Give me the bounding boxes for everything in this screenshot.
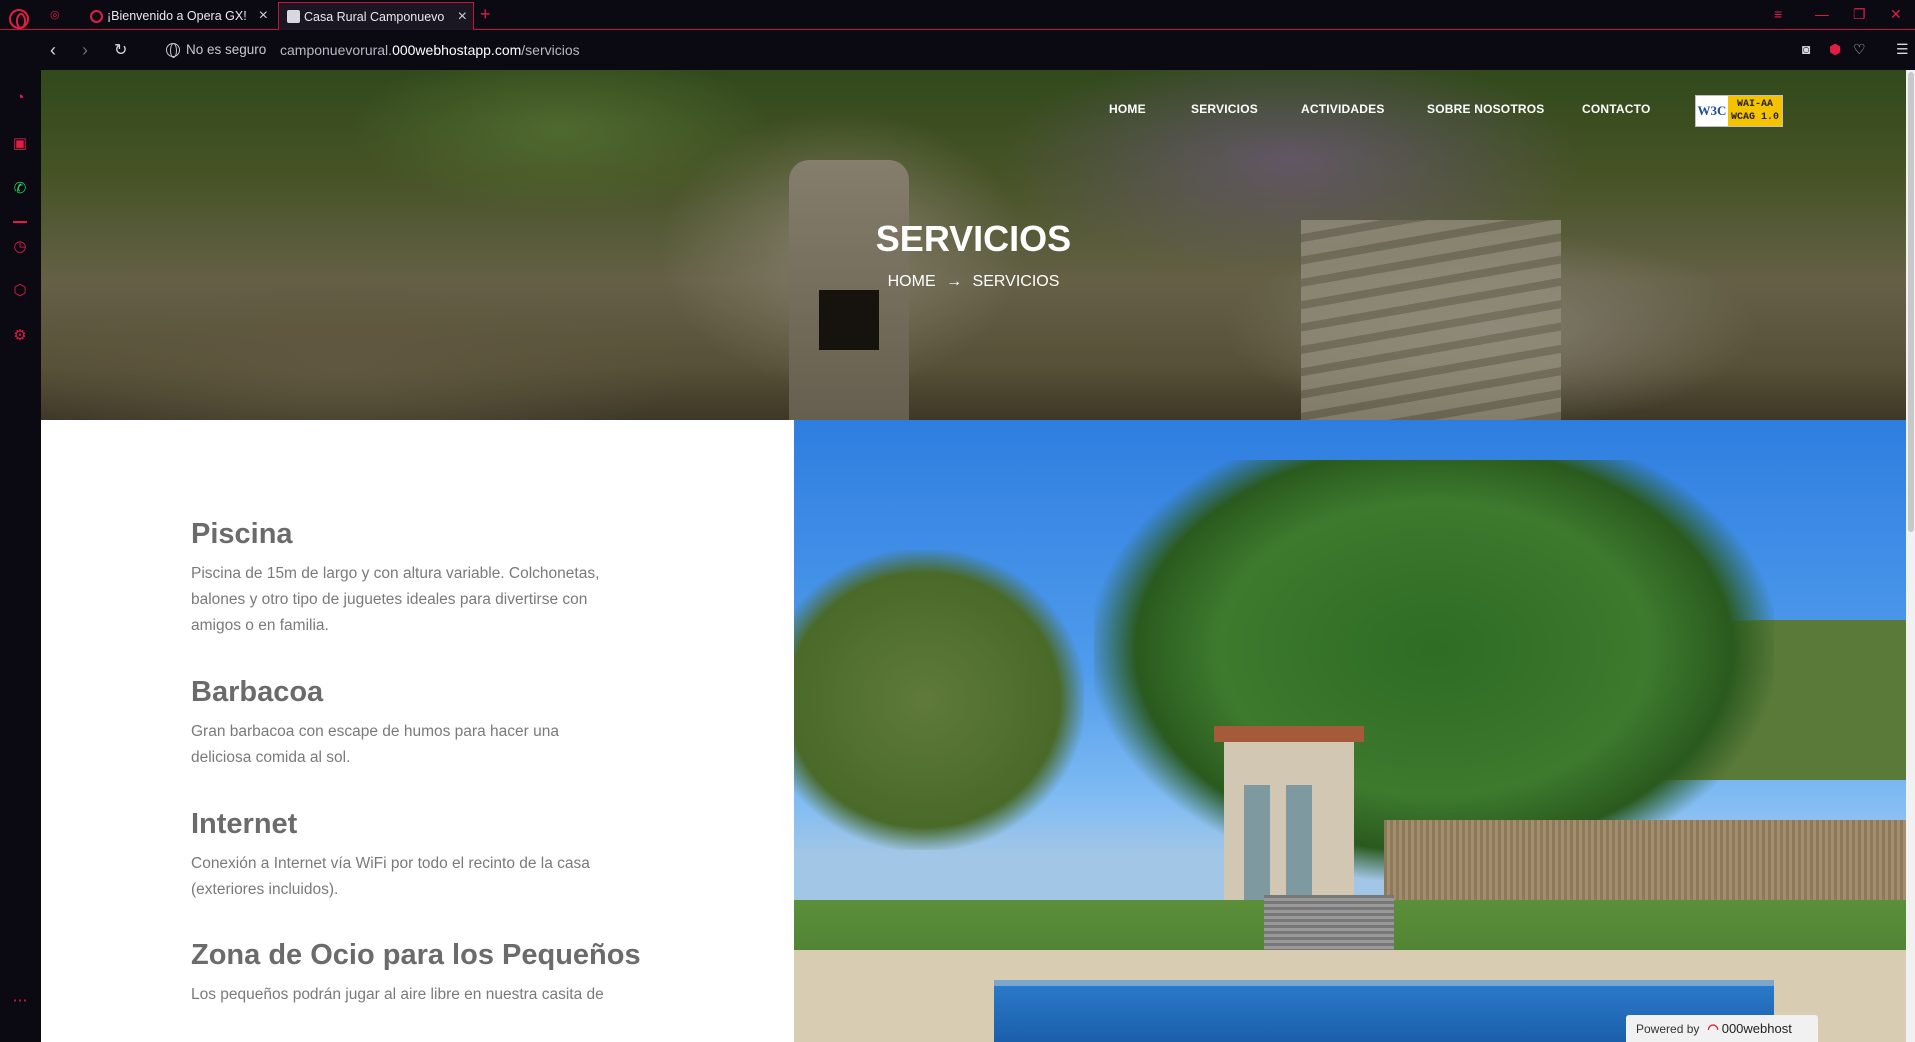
wcag-line2: WCAG 1.0	[1730, 112, 1779, 123]
wcag-level: WAI-AA WCAG 1.0	[1728, 96, 1782, 126]
nav-sobre-nosotros[interactable]: SOBRE NOSOTROS	[1427, 102, 1544, 116]
services-list: Piscina Piscina de 15m de largo y con al…	[41, 420, 795, 1042]
nav-actividades[interactable]: ACTIVIDADES	[1301, 102, 1385, 116]
service-description: Gran barbacoa con escape de humos para h…	[191, 723, 559, 766]
nav-servicios[interactable]: SERVICIOS	[1191, 102, 1258, 116]
breadcrumb: HOME → SERVICIOS	[41, 273, 1906, 291]
site-favicon-icon	[287, 10, 300, 23]
tab-close-icon[interactable]: ×	[458, 9, 467, 25]
speed-dial-icon[interactable]: ◔	[11, 89, 29, 107]
hero-banner: HOME SERVICIOS ACTIVIDADES SOBRE NOSOTRO…	[41, 70, 1906, 420]
breadcrumb-arrow-icon: →	[946, 273, 963, 290]
twitch-icon[interactable]: ▣	[11, 135, 29, 153]
service-item: Internet Conexión a Internet vía WiFi po…	[191, 808, 661, 903]
page-title: SERVICIOS	[875, 218, 1072, 259]
tab-strip: ◎ ¡Bienvenido a Opera GX! × Casa Rural C…	[0, 0, 1915, 30]
sidebar-divider	[13, 221, 27, 223]
forward-icon[interactable]: ›	[82, 40, 88, 61]
tab-casa-rural[interactable]: Casa Rural Camponuevo ×	[278, 2, 474, 30]
scrollbar-thumb[interactable]	[1908, 72, 1914, 532]
000webhost-logo-icon: ◠	[1707, 1020, 1719, 1036]
reload-icon[interactable]: ↻	[114, 40, 127, 60]
url-field[interactable]: camponuevorural.000webhostapp.com/servic…	[280, 42, 580, 58]
url-host: 000webhostapp.com	[392, 42, 522, 58]
back-icon[interactable]: ‹	[50, 40, 56, 61]
security-indicator[interactable]: No es seguro	[166, 42, 267, 58]
w3c-logo: W3C	[1697, 103, 1727, 118]
opera-favicon-icon	[90, 9, 103, 23]
more-icon[interactable]: ⋯	[11, 992, 29, 1010]
history-icon[interactable]: ◷	[11, 238, 29, 256]
tab-title: Casa Rural Camponuevo	[304, 9, 445, 24]
security-label: No es seguro	[186, 42, 267, 57]
shield-icon[interactable]: ⬢	[1829, 41, 1841, 58]
restore-icon[interactable]: ❐	[1853, 6, 1866, 23]
globe-icon	[166, 42, 180, 58]
breadcrumb-current: SERVICIOS	[972, 273, 1060, 290]
service-description: Conexión a Internet vía WiFi por todo el…	[191, 855, 590, 898]
camera-icon[interactable]: ◙	[1802, 41, 1810, 57]
extensions-cube-icon[interactable]: ⬡	[11, 282, 29, 300]
tab-close-icon[interactable]: ×	[259, 8, 268, 24]
pool-photo	[794, 420, 1906, 1042]
whatsapp-icon[interactable]: ✆	[11, 180, 29, 198]
nav-contacto[interactable]: CONTACTO	[1582, 102, 1651, 116]
url-prefix: camponuevorural.	[280, 42, 393, 58]
service-description: Piscina de 15m de largo y con altura var…	[191, 565, 600, 634]
opera-logo-icon[interactable]	[9, 9, 29, 29]
breadcrumb-home[interactable]: HOME	[888, 273, 936, 290]
sidebar: ◔ ▣ ✆ ◷ ⬡ ⚙ ⋯	[0, 31, 40, 1042]
address-bar: ‹ › ↻ No es seguro camponuevorural.000we…	[40, 31, 1915, 70]
service-item: Barbacoa Gran barbacoa con escape de hum…	[191, 676, 661, 771]
powered-by-badge[interactable]: Powered by ◠ 000webhost	[1626, 1015, 1818, 1042]
service-title: Internet	[191, 808, 298, 840]
minimize-icon[interactable]: —	[1815, 6, 1829, 22]
settings-gear-icon[interactable]: ⚙	[11, 327, 29, 345]
wcag-line1: WAI-AA	[1736, 99, 1773, 110]
close-window-icon[interactable]: ✕	[1890, 6, 1902, 23]
powered-label: Powered by	[1636, 1021, 1700, 1036]
tab-title: ¡Bienvenido a Opera GX!	[107, 9, 247, 23]
service-title: Piscina	[191, 518, 293, 550]
tab-menu-icon[interactable]: ≡	[1774, 6, 1782, 22]
gx-control-icon[interactable]: ◎	[50, 8, 66, 22]
web-page: HOME SERVICIOS ACTIVIDADES SOBRE NOSOTRO…	[41, 70, 1906, 1042]
service-title: Zona de Ocio para los Pequeños	[191, 939, 641, 971]
new-tab-button[interactable]: +	[480, 4, 491, 25]
easy-setup-icon[interactable]: ☰	[1896, 41, 1909, 58]
service-title: Barbacoa	[191, 676, 324, 708]
url-path: /servicios	[521, 42, 580, 58]
tab-opera-welcome[interactable]: ¡Bienvenido a Opera GX! ×	[82, 2, 274, 30]
wcag-badge[interactable]: W3C WAI-AA WCAG 1.0	[1695, 95, 1783, 127]
nav-home[interactable]: HOME	[1109, 102, 1146, 116]
service-description: Los pequeños podrán jugar al aire libre …	[191, 986, 604, 1003]
service-item: Piscina Piscina de 15m de largo y con al…	[191, 518, 661, 639]
service-item: Zona de Ocio para los Pequeños Los peque…	[191, 939, 661, 1008]
heart-icon[interactable]: ♡	[1853, 41, 1866, 58]
powered-brand: 000webhost	[1721, 1021, 1792, 1036]
